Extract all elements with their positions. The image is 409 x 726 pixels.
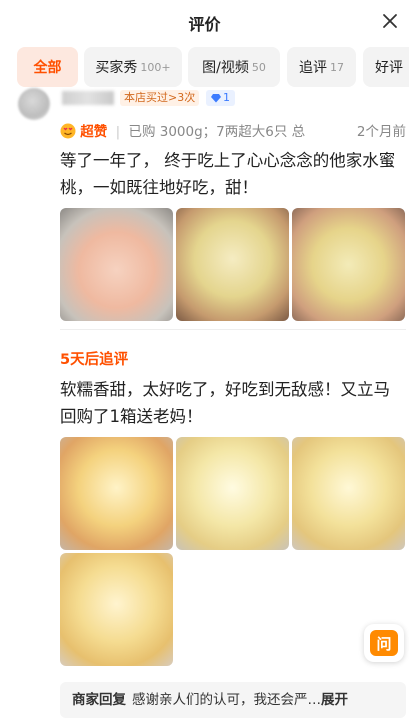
- tab-photo-video[interactable]: 图/视频 50: [188, 47, 280, 87]
- reviewer-row: 本店买过>3次 1: [18, 88, 408, 120]
- tab-count: 50: [251, 60, 266, 74]
- vip-badge: 1: [206, 90, 235, 106]
- tab-label: 全部: [33, 60, 62, 76]
- review-photo[interactable]: [60, 208, 173, 321]
- tab-all[interactable]: 全部: [17, 47, 78, 87]
- expand-link[interactable]: 展开: [321, 692, 348, 708]
- ask-button-label: 问: [370, 630, 398, 656]
- review-photo[interactable]: [292, 208, 405, 321]
- review-meta: 超赞 | 已购 3000g；7两超大6只 总 2个月前: [60, 120, 408, 140]
- repeat-buyer-badge: 本店买过>3次: [120, 90, 200, 106]
- followup-title: 5天后追评: [60, 352, 129, 368]
- merchant-reply[interactable]: 商家回复 感谢亲人们的认可，我还会严…展开: [60, 682, 406, 718]
- tab-positive[interactable]: 好评: [363, 47, 409, 87]
- followup-photo[interactable]: [60, 553, 173, 666]
- followup-text: 软糯香甜，太好吃了，好吃到无敌感！又立马回购了1箱送老妈！: [60, 380, 390, 426]
- close-button[interactable]: [377, 8, 403, 34]
- diamond-icon: [211, 94, 221, 103]
- reviewer-name-blurred: [62, 91, 114, 105]
- merchant-reply-label: 商家回复: [72, 692, 126, 708]
- avatar[interactable]: [18, 88, 50, 120]
- tab-followup[interactable]: 追评 17: [287, 47, 356, 87]
- purchase-spec: 已购 3000g；7两超大6只 总: [128, 124, 306, 140]
- tab-label: 图/视频: [202, 60, 249, 76]
- heart-eyes-emoji-icon: [60, 123, 76, 139]
- merchant-reply-text: 感谢亲人们的认可，我还会严…: [132, 692, 321, 708]
- tab-count: 17: [330, 60, 344, 74]
- tab-label: 好评: [375, 60, 403, 76]
- review-time: 2个月前: [356, 124, 406, 140]
- close-icon: [383, 14, 397, 28]
- review-text: 等了一年了， 终于吃上了心心念念的他家水蜜桃，一如既往地好吃，甜！: [60, 151, 396, 197]
- followup-photo[interactable]: [292, 437, 405, 550]
- page-title: 评价: [188, 15, 221, 34]
- tab-count: 100+: [140, 60, 171, 74]
- review-photo[interactable]: [176, 208, 289, 321]
- vip-level: 1: [223, 91, 230, 104]
- rating-label: 超赞: [80, 124, 108, 140]
- header: 评价: [0, 0, 409, 42]
- tab-label: 买家秀: [95, 60, 138, 76]
- followup-photo[interactable]: [60, 437, 173, 550]
- followup-photo[interactable]: [176, 437, 289, 550]
- tab-buyer-show[interactable]: 买家秀 100+: [84, 47, 182, 87]
- ask-button[interactable]: 问: [364, 624, 404, 662]
- filter-tabs: 全部 买家秀 100+ 图/视频 50 追评 17 好评: [0, 47, 409, 89]
- divider: [60, 329, 406, 330]
- tab-label: 追评: [299, 60, 327, 76]
